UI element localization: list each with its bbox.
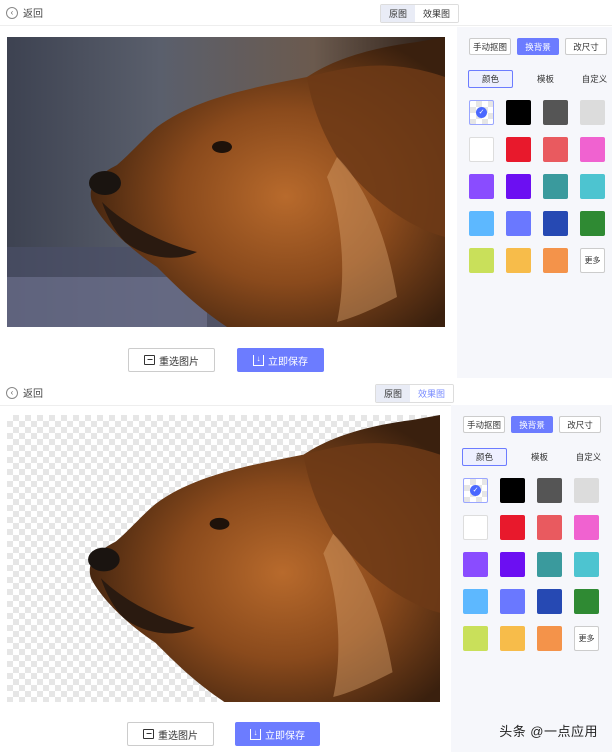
- tab-original[interactable]: 原图: [381, 5, 416, 22]
- color-swatches: ✓ 更多: [463, 478, 599, 651]
- swatch-transparent[interactable]: ✓: [469, 100, 494, 125]
- back-label: 返回: [23, 389, 43, 400]
- color-swatch[interactable]: [537, 589, 562, 614]
- dog-photo: [7, 37, 445, 327]
- color-swatch[interactable]: [543, 100, 568, 125]
- selected-check-icon: ✓: [470, 485, 481, 496]
- color-sub-tabs: 颜色 模板 自定义: [468, 70, 612, 88]
- color-swatch[interactable]: [506, 100, 531, 125]
- sidebar-tabs: 手动抠图 换背景 改尺寸: [469, 38, 607, 55]
- subtab-template[interactable]: 模板: [523, 70, 568, 88]
- subtab-color[interactable]: 颜色: [468, 70, 513, 88]
- color-swatch[interactable]: [537, 626, 562, 651]
- color-swatch[interactable]: [543, 248, 568, 273]
- color-swatch[interactable]: [580, 137, 605, 162]
- bottom-editor-panel: ‹ 返回 原图 效果图 重选图片 ↓ 立即保存 手动抠图 换背景 改尺寸 颜色 …: [0, 378, 612, 752]
- color-swatch[interactable]: [463, 626, 488, 651]
- color-swatch[interactable]: [506, 137, 531, 162]
- image-icon: [144, 355, 155, 365]
- color-swatch[interactable]: [574, 515, 599, 540]
- tab-manual-cutout[interactable]: 手动抠图: [469, 38, 511, 55]
- color-swatch[interactable]: [463, 589, 488, 614]
- image-icon: [143, 729, 154, 739]
- tab-effect[interactable]: 效果图: [410, 385, 454, 402]
- top-editor-panel: ‹ 返回 原图 效果图 重选图片 ↓ 立即保存 手动抠图 换背景 改尺寸 颜色 …: [0, 0, 612, 378]
- back-button[interactable]: ‹ 返回: [6, 5, 43, 20]
- tab-resize[interactable]: 改尺寸: [565, 38, 607, 55]
- tab-manual-cutout[interactable]: 手动抠图: [463, 416, 505, 433]
- color-swatch[interactable]: [500, 478, 525, 503]
- color-swatch[interactable]: [543, 137, 568, 162]
- reselect-image-button[interactable]: 重选图片: [128, 348, 215, 372]
- color-swatch[interactable]: [543, 174, 568, 199]
- reselect-label: 重选图片: [159, 356, 199, 368]
- reselect-image-button[interactable]: 重选图片: [127, 722, 214, 746]
- color-swatch[interactable]: [506, 211, 531, 236]
- save-now-button[interactable]: ↓ 立即保存: [235, 722, 320, 746]
- color-swatch[interactable]: [500, 626, 525, 651]
- color-swatch[interactable]: [463, 552, 488, 577]
- tab-resize[interactable]: 改尺寸: [559, 416, 601, 433]
- color-swatch[interactable]: [574, 589, 599, 614]
- color-swatch[interactable]: [580, 211, 605, 236]
- top-sidebar: 手动抠图 换背景 改尺寸 颜色 模板 自定义 ✓ 更多: [457, 27, 612, 378]
- color-swatch[interactable]: [469, 211, 494, 236]
- sidebar-tabs: 手动抠图 换背景 改尺寸: [463, 416, 601, 433]
- color-swatch[interactable]: [574, 478, 599, 503]
- color-swatch[interactable]: [506, 174, 531, 199]
- download-icon: ↓: [253, 354, 264, 366]
- reselect-label: 重选图片: [158, 730, 198, 742]
- watermark: 头条 @一点应用: [499, 724, 598, 739]
- download-icon: ↓: [250, 728, 261, 740]
- save-now-button[interactable]: ↓ 立即保存: [237, 348, 324, 372]
- back-arrow-icon: ‹: [6, 386, 18, 399]
- back-arrow-icon: ‹: [6, 6, 18, 19]
- view-toggle: 原图 效果图: [375, 384, 455, 403]
- original-image-canvas: [7, 37, 445, 327]
- color-swatches: ✓ 更多: [469, 100, 605, 273]
- color-swatch[interactable]: [500, 515, 525, 540]
- color-swatch[interactable]: [500, 552, 525, 577]
- color-swatch[interactable]: [574, 552, 599, 577]
- bottom-toolbar: ‹ 返回 原图 效果图: [0, 380, 612, 406]
- color-swatch[interactable]: [537, 515, 562, 540]
- color-swatch[interactable]: [469, 248, 494, 273]
- color-swatch[interactable]: [580, 100, 605, 125]
- more-colors-button[interactable]: 更多: [574, 626, 599, 651]
- subtab-template[interactable]: 模板: [517, 448, 562, 466]
- subtab-custom[interactable]: 自定义: [566, 448, 611, 466]
- color-swatch[interactable]: [500, 589, 525, 614]
- subtab-custom[interactable]: 自定义: [572, 70, 612, 88]
- bottom-sidebar: 手动抠图 换背景 改尺寸 颜色 模板 自定义 ✓ 更多: [451, 405, 612, 752]
- color-swatch[interactable]: [469, 137, 494, 162]
- tab-change-background[interactable]: 换背景: [511, 416, 553, 433]
- subtab-color[interactable]: 颜色: [462, 448, 507, 466]
- selected-check-icon: ✓: [476, 107, 487, 118]
- back-button[interactable]: ‹ 返回: [6, 385, 43, 400]
- color-swatch[interactable]: [537, 478, 562, 503]
- color-sub-tabs: 颜色 模板 自定义: [462, 448, 611, 466]
- save-label: 立即保存: [265, 730, 305, 742]
- dog-cutout: [88, 415, 440, 702]
- back-label: 返回: [23, 9, 43, 20]
- color-swatch[interactable]: [543, 211, 568, 236]
- color-swatch[interactable]: [580, 174, 605, 199]
- color-swatch[interactable]: [506, 248, 531, 273]
- tab-change-background[interactable]: 换背景: [517, 38, 559, 55]
- top-toolbar: ‹ 返回 原图 效果图: [0, 0, 612, 26]
- tab-effect[interactable]: 效果图: [415, 5, 459, 22]
- swatch-transparent[interactable]: ✓: [463, 478, 488, 503]
- color-swatch[interactable]: [463, 515, 488, 540]
- save-label: 立即保存: [268, 356, 308, 368]
- cutout-image-canvas: [7, 415, 440, 702]
- tab-original[interactable]: 原图: [376, 385, 411, 402]
- color-swatch[interactable]: [537, 552, 562, 577]
- color-swatch[interactable]: [469, 174, 494, 199]
- view-toggle: 原图 效果图: [380, 4, 460, 23]
- more-colors-button[interactable]: 更多: [580, 248, 605, 273]
